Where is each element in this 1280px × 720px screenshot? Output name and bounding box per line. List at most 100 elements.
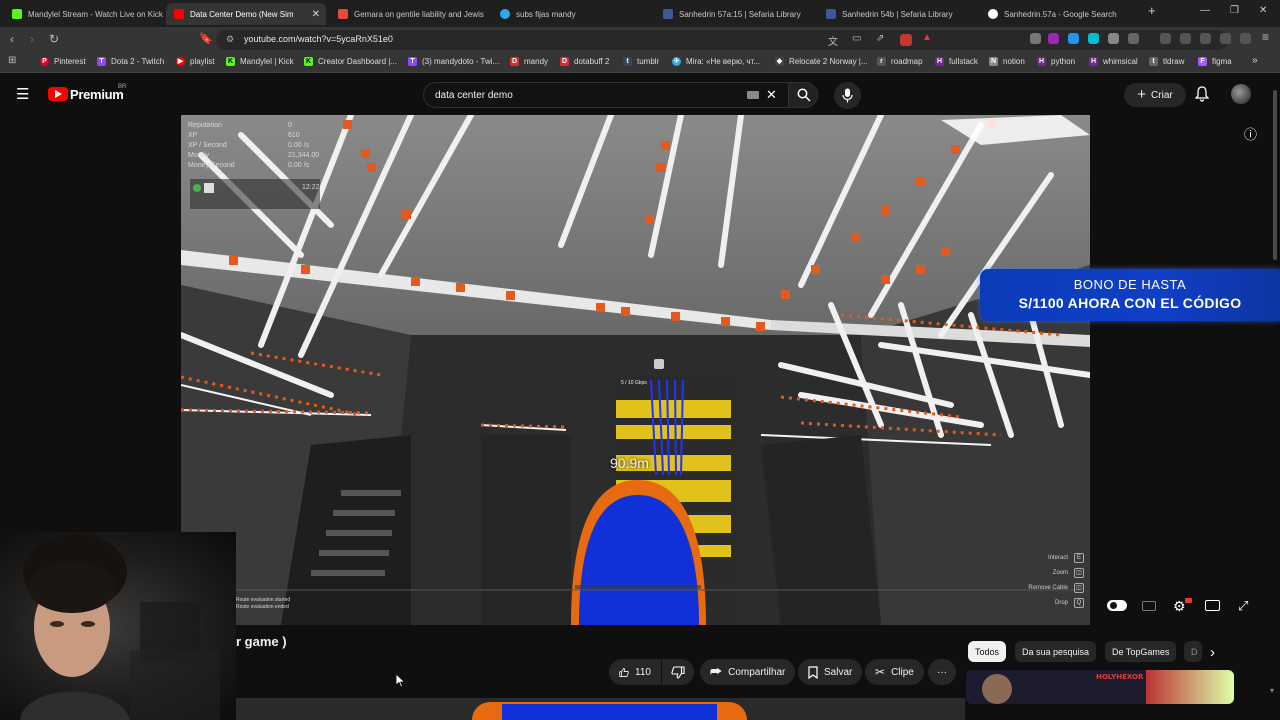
tab-subs[interactable]: subs fijas mandy [492,3,652,25]
translate-icon[interactable]: 文 [828,33,838,48]
extension-icon[interactable] [1128,33,1139,44]
more-icon: ··· [937,666,947,678]
keyboard-icon[interactable] [747,91,759,99]
key-hint-label: Drop [1054,600,1068,606]
leo-icon[interactable] [1220,33,1231,44]
hud-time: 12:22 [302,184,320,191]
search-button[interactable] [788,82,818,108]
chip-from-topgames[interactable]: De TopGames [1105,641,1177,662]
extension-icon[interactable] [1048,33,1059,44]
bookmark-figma[interactable]: Ffigma [1198,57,1232,66]
bookmark-roadmap[interactable]: r roadmap [877,57,923,66]
new-tab-button[interactable]: + [1148,3,1156,18]
media-icon[interactable] [1160,33,1171,44]
more-actions-button[interactable]: ··· [928,659,956,685]
tab-youtube-active[interactable]: Data Center Demo (New Sim ✕ [166,3,326,25]
close-window-icon[interactable]: ✕ [1259,5,1267,16]
miniplayer-icon[interactable] [1205,600,1220,611]
chips-next-icon[interactable]: › [1210,644,1215,661]
rewards-icon[interactable]: ▲ [922,32,932,43]
minimize-icon[interactable]: — [1200,5,1210,16]
sidebar-icon[interactable] [1180,33,1191,44]
tab-title: Mandylel Stream - Watch Live on Kick [28,9,163,19]
tab-sefaria-54b[interactable]: Sanhedrin 54b | Sefaria Library [818,3,978,25]
bookmark-notion[interactable]: Nnotion [989,57,1025,66]
tab-title: Sanhedrin 57a:15 | Sefaria Library [679,9,801,19]
youtube-logo-icon[interactable] [48,87,68,101]
bookmark-pinterest[interactable]: P Pinterest [40,57,86,66]
settings-gear-icon[interactable]: ⚙ [1173,598,1186,615]
like-button[interactable]: 110 [609,659,661,685]
restore-icon[interactable]: ❐ [1230,5,1239,16]
bookmark-playlist[interactable]: ▶ playlist [176,57,214,66]
apps-grid-icon[interactable]: ⊞ [8,55,16,66]
info-icon[interactable]: ⓘ [1244,124,1257,143]
create-button[interactable]: + Criar [1124,83,1186,107]
tab-sefaria-57a[interactable]: Sanhedrin 57a:15 | Sefaria Library [655,3,815,25]
search-input[interactable]: data center demo ✕ [423,82,788,108]
bookmark-mandydoto[interactable]: T (3) mandydoto - Twi... [408,57,499,66]
scroll-down-icon[interactable]: ▾ [1270,686,1274,695]
game-stats-hud: Reputation 0 XP 610 XP / Second 0.00 /s Mon… [188,122,348,172]
kick-icon [12,9,22,19]
bookmark-twitch[interactable]: T Dota 2 - Twitch [97,57,164,66]
extension-icon[interactable] [1068,33,1079,44]
notifications-bell-icon[interactable] [1195,86,1209,102]
extension-icon[interactable] [1030,33,1041,44]
hamburger-menu-icon[interactable]: ☰ [16,85,29,103]
avatar[interactable] [1231,84,1251,104]
bookmark-kick[interactable]: K Mandylel | Kick [226,57,294,66]
page-scrollbar[interactable] [1273,90,1277,260]
bookmark-dotabuff[interactable]: Ddotabuff 2 [560,57,609,66]
bookmark-tldraw[interactable]: t tldraw [1149,57,1184,66]
bookmark-mandy[interactable]: Dmandy [510,57,548,66]
chip-all[interactable]: Todos [968,641,1007,662]
brave-shield-icon[interactable] [900,34,912,46]
bookmark-creator-dashboard[interactable]: K Creator Dashboard |... [304,57,397,66]
bookmark-whimsical[interactable]: Hwhimsical [1089,57,1138,66]
bookmark-tumblr[interactable]: t tumblr [623,57,659,66]
cast-icon[interactable]: ▭ [852,33,861,44]
chip-more[interactable]: D [1184,641,1202,662]
clip-button[interactable]: ✂ Clipe [865,659,924,685]
bookmark-mira[interactable]: ✈ Mira: «Не верю, чт... [672,57,760,66]
thumbs-up-icon [619,667,629,677]
extension-icon[interactable] [1088,33,1099,44]
video-player[interactable]: Reputation 0 XP 610 XP / Second 0.00 /s Mon… [181,115,1090,625]
extensions-puzzle-icon[interactable] [1108,33,1119,44]
tab-gemara[interactable]: Gemara on gentile liability and Jewis [330,3,490,25]
bookmark-fullstack[interactable]: Hfullstack [935,57,978,66]
bookmark-relocate[interactable]: ◆ Relocate 2 Norway |... [775,57,868,66]
promo-banner: BONO DE HASTA S/1100 AHORA CON EL CÓDIGO [980,269,1280,321]
share-button[interactable]: ⮫ Compartilhar [700,659,796,685]
save-button[interactable]: Salvar [798,659,863,685]
reload-icon[interactable]: ↻ [49,32,59,46]
hud-row: Money/Second 0.00 /s [188,162,310,169]
vpn-icon[interactable] [1240,33,1251,44]
tab-kick-stream[interactable]: Mandylel Stream - Watch Live on Kick [4,3,164,25]
recommended-video-thumbnail[interactable]: HOLYHEXOR [966,670,1234,704]
chip-from-search[interactable]: Da sua pesquisa [1015,641,1097,662]
pinterest-icon: P [40,57,49,66]
voice-search-button[interactable] [834,82,861,109]
fullscreen-icon[interactable]: ⤢ [1238,598,1248,614]
subtitles-icon[interactable] [1142,601,1156,611]
site-info-icon[interactable]: ⚙ [226,34,234,45]
bookmark-icon[interactable]: 🔖 [199,32,213,45]
url-text: youtube.com/watch?v=5ycaRnX51e0 [244,34,393,44]
tab-google-search[interactable]: Sanhedrin.57a - Google Search [980,3,1140,25]
close-tab-icon[interactable]: ✕ [312,9,320,20]
autoplay-toggle[interactable] [1107,600,1127,611]
youtube-premium-label[interactable]: Premium [70,87,124,102]
share-icon[interactable]: ⇗ [876,33,884,44]
forward-icon[interactable]: › [30,32,34,46]
more-bookmarks-icon[interactable]: » [1252,55,1258,66]
wallet-icon[interactable] [1200,33,1211,44]
clear-search-icon[interactable]: ✕ [766,87,777,103]
tab-title: Data Center Demo (New Sim [190,9,294,19]
menu-icon[interactable]: ≡ [1262,30,1269,44]
back-icon[interactable]: ‹ [10,32,14,46]
bookmark-python[interactable]: Hpython [1037,57,1075,66]
dislike-button[interactable] [662,659,694,685]
log-messages: Route evaluation started Route evaluatio… [236,597,291,610]
